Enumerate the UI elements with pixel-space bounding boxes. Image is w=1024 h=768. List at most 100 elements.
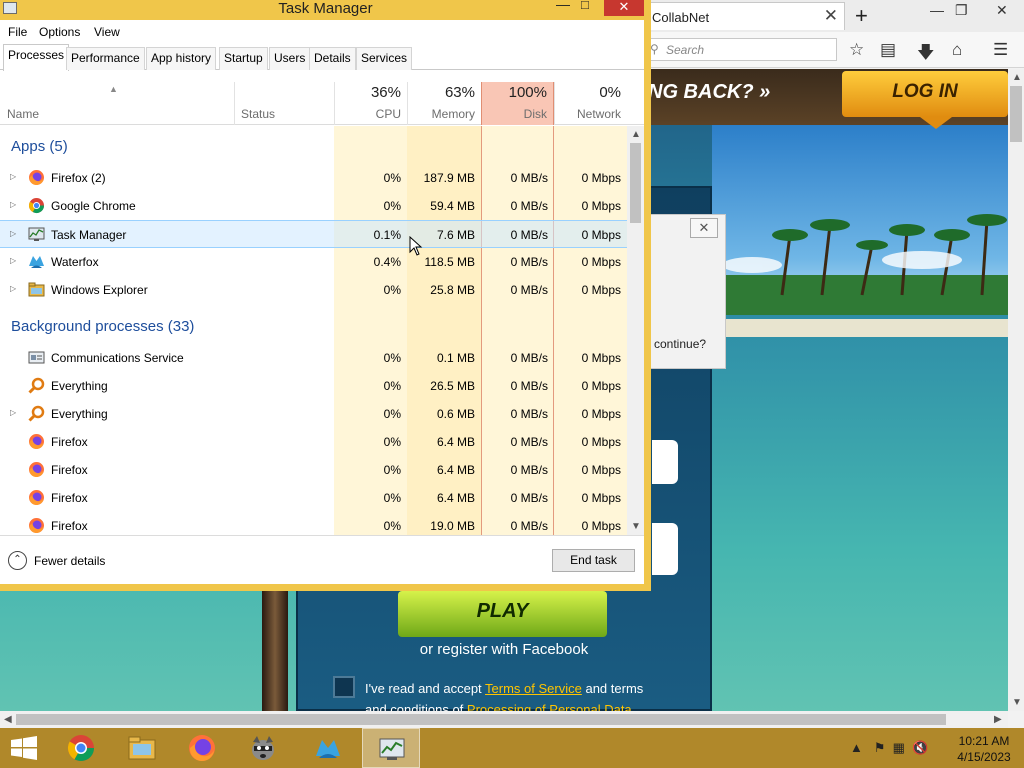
fishing-rod-image xyxy=(262,589,288,711)
close-window-icon[interactable]: ✕ xyxy=(996,2,1008,19)
tab-users[interactable]: Users xyxy=(269,47,311,70)
process-name: Firefox (2) xyxy=(51,171,106,185)
column-cpu[interactable]: 36% CPU xyxy=(334,82,407,125)
menu-options[interactable]: Options xyxy=(39,25,80,39)
scroll-left-icon[interactable]: ◀ xyxy=(4,714,12,725)
minimize-button[interactable]: — xyxy=(556,0,570,12)
browser-tab[interactable]: CollabNet ✕ xyxy=(645,2,845,30)
network-value: 0 Mbps xyxy=(581,435,621,449)
search-input[interactable]: Search xyxy=(666,43,704,57)
list-scroll-thumb[interactable] xyxy=(630,143,641,223)
process-name: Communications Service xyxy=(51,351,184,365)
minimize-icon[interactable]: — xyxy=(930,2,944,18)
page-horizontal-scrollbar[interactable]: ◀ ▶ xyxy=(0,711,1008,728)
taskbar-firefox[interactable] xyxy=(173,728,231,768)
tab-details[interactable]: Details xyxy=(309,47,356,70)
table-row[interactable]: ▷ Everything 0% 0.6 MB 0 MB/s 0 Mbps xyxy=(0,400,627,428)
scroll-up-icon[interactable]: ▲ xyxy=(631,129,641,140)
table-row[interactable]: Firefox 0% 19.0 MB 0 MB/s 0 Mbps xyxy=(0,512,627,535)
scroll-down-icon[interactable]: ▼ xyxy=(631,521,641,532)
expand-arrow-icon[interactable]: ▷ xyxy=(10,408,16,417)
scroll-up-icon[interactable]: ▲ xyxy=(1012,72,1022,83)
password-field[interactable] xyxy=(652,523,678,575)
dialog-close-button[interactable]: ✕ xyxy=(690,218,718,238)
table-row[interactable]: ▷ Firefox (2) 0% 187.9 MB 0 MB/s 0 Mbps xyxy=(0,164,627,192)
menu-file[interactable]: File xyxy=(8,25,27,39)
tab-processes[interactable]: Processes xyxy=(3,44,70,71)
close-tab-icon[interactable]: ✕ xyxy=(824,6,838,26)
scroll-down-icon[interactable]: ▼ xyxy=(1012,697,1022,708)
memory-value: 19.0 MB xyxy=(430,519,475,533)
table-row[interactable]: ▷ Google Chrome 0% 59.4 MB 0 MB/s 0 Mbps xyxy=(0,192,627,220)
play-button[interactable]: PLAY xyxy=(398,591,607,637)
maximize-button[interactable]: □ xyxy=(581,0,589,12)
taskbar-raccoon-app[interactable] xyxy=(234,728,292,768)
login-button[interactable]: LOG IN xyxy=(842,71,1008,117)
register-facebook-link[interactable]: or register with Facebook xyxy=(296,641,712,658)
clipboard-icon[interactable]: ▤ xyxy=(880,40,896,60)
system-tray[interactable]: ▲ ⚑ ▦ 🔇 xyxy=(850,740,928,756)
tab-services[interactable]: Services xyxy=(356,47,413,70)
list-vertical-scrollbar[interactable]: ▲ ▼ xyxy=(627,126,644,535)
expand-arrow-icon[interactable]: ▷ xyxy=(10,200,16,209)
restore-icon[interactable]: ❐ xyxy=(955,2,968,19)
tab-startup[interactable]: Startup xyxy=(219,47,268,70)
username-field[interactable] xyxy=(652,440,678,484)
download-icon[interactable]: 🡇 xyxy=(917,40,934,69)
table-row[interactable]: Firefox 0% 6.4 MB 0 MB/s 0 Mbps xyxy=(0,456,627,484)
table-row[interactable]: ▷ Task Manager 0.1% 7.6 MB 0 MB/s 0 Mbps xyxy=(0,220,627,248)
expand-arrow-icon[interactable]: ▷ xyxy=(10,284,16,293)
menu-view[interactable]: View xyxy=(94,25,120,39)
column-name[interactable]: Name xyxy=(7,107,39,121)
start-button[interactable] xyxy=(0,728,48,768)
fewer-details-link[interactable]: Fewer details xyxy=(34,554,105,568)
expand-arrow-icon[interactable]: ▷ xyxy=(10,229,16,238)
table-row[interactable]: ▷ Windows Explorer 0% 25.8 MB 0 MB/s 0 Mbps xyxy=(0,276,627,304)
column-network[interactable]: 0% Network xyxy=(554,82,627,125)
mouse-cursor-icon xyxy=(409,236,423,256)
page-scroll-thumb[interactable] xyxy=(1010,86,1022,142)
privacy-link[interactable]: Processing of Personal Data xyxy=(467,702,632,711)
table-row[interactable]: ▷ Waterfox 0.4% 118.5 MB 0 MB/s 0 Mbps xyxy=(0,248,627,276)
taskbar-chrome[interactable] xyxy=(52,728,110,768)
memory-value: 25.8 MB xyxy=(430,283,475,297)
table-row[interactable]: Everything 0% 26.5 MB 0 MB/s 0 Mbps xyxy=(0,372,627,400)
end-task-button[interactable]: End task xyxy=(552,549,635,572)
action-center-flag-icon[interactable]: ⚑ xyxy=(874,740,886,755)
close-button[interactable]: ✕ xyxy=(604,0,644,16)
column-status-cell[interactable]: Status xyxy=(234,82,334,125)
column-memory[interactable]: 63% Memory xyxy=(407,82,481,125)
taskbar-waterfox[interactable] xyxy=(299,728,357,768)
show-hidden-icons-icon[interactable]: ▲ xyxy=(850,740,863,755)
clock[interactable]: 10:21 AM 4/15/2023 xyxy=(950,733,1018,765)
expand-arrow-icon[interactable]: ▷ xyxy=(10,256,16,265)
taskbar-file-explorer[interactable] xyxy=(113,728,171,768)
disk-value: 0 MB/s xyxy=(510,255,548,269)
chevron-up-icon[interactable]: ⌃ xyxy=(8,551,27,570)
tab-app-history[interactable]: App history xyxy=(146,47,217,70)
column-disk[interactable]: 100% Disk xyxy=(481,82,554,125)
terms-text: I've read and accept Terms of Service an… xyxy=(365,678,665,711)
terms-checkbox[interactable] xyxy=(333,676,355,698)
process-name: Windows Explorer xyxy=(51,283,148,297)
scroll-right-icon[interactable]: ▶ xyxy=(994,714,1002,725)
table-row[interactable]: Firefox 0% 6.4 MB 0 MB/s 0 Mbps xyxy=(0,484,627,512)
taskbar-task-manager[interactable] xyxy=(362,728,420,768)
column-status: Status xyxy=(241,107,276,121)
new-tab-icon[interactable]: + xyxy=(855,3,868,29)
memory-value: 6.4 MB xyxy=(436,435,475,449)
terms-of-service-link[interactable]: Terms of Service xyxy=(485,681,582,696)
tab-performance[interactable]: Performance xyxy=(66,47,145,70)
star-icon[interactable]: ☆ xyxy=(849,40,864,60)
table-row[interactable]: Communications Service 0% 0.1 MB 0 MB/s 0 Mb… xyxy=(0,344,627,372)
network-icon[interactable]: ▦ xyxy=(893,740,905,755)
page-hscroll-thumb[interactable] xyxy=(16,714,946,725)
menu-icon[interactable]: ☰ xyxy=(993,40,1008,60)
search-box[interactable]: ⚲ Search xyxy=(645,38,837,61)
page-vertical-scrollbar[interactable]: ▲ ▼ xyxy=(1008,69,1024,711)
volume-muted-icon[interactable]: 🔇 xyxy=(912,740,928,755)
table-row[interactable]: Firefox 0% 6.4 MB 0 MB/s 0 Mbps xyxy=(0,428,627,456)
browser-tab-title: CollabNet xyxy=(652,10,710,25)
expand-arrow-icon[interactable]: ▷ xyxy=(10,172,16,181)
home-icon[interactable]: ⌂ xyxy=(952,40,962,60)
